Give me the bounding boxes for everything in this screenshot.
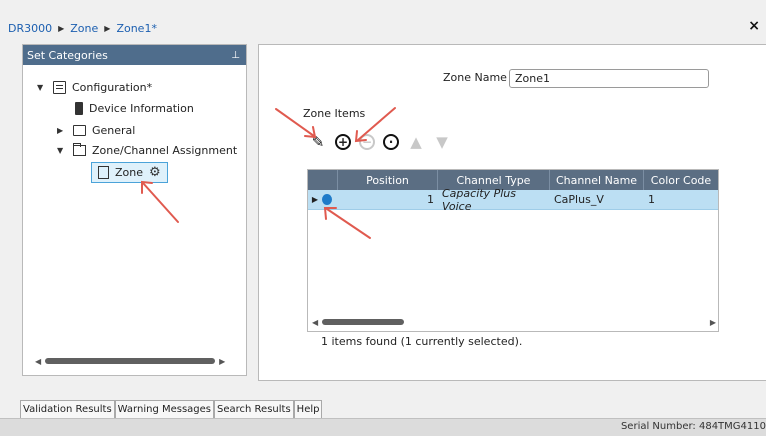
- tree-item-label: Device Information: [89, 102, 194, 115]
- selected-tree-item[interactable]: Zone ⚙: [91, 162, 168, 183]
- panel-title: Set Categories: [27, 48, 108, 62]
- items-found-status: 1 items found (1 currently selected).: [321, 335, 523, 348]
- grid-horizontal-scrollbar[interactable]: ◀ ▶: [312, 317, 716, 327]
- document-icon: [98, 166, 109, 179]
- cell-position: 1: [427, 193, 434, 206]
- tab-search-results[interactable]: Search Results: [214, 400, 294, 418]
- scrollbar-thumb[interactable]: [45, 358, 216, 364]
- remove-icon[interactable]: −: [359, 134, 375, 150]
- folder-icon: [73, 125, 86, 136]
- tab-warning-messages[interactable]: Warning Messages: [114, 400, 215, 418]
- breadcrumb-item-dr3000[interactable]: DR3000: [8, 22, 52, 35]
- expanded-icon[interactable]: ▼: [57, 146, 67, 155]
- column-header-color-code[interactable]: Color Code: [644, 170, 718, 190]
- collapsed-icon[interactable]: ▶: [57, 126, 67, 135]
- breadcrumb-item-zone[interactable]: Zone: [70, 22, 98, 35]
- scroll-right-icon[interactable]: ▶: [219, 357, 225, 366]
- tab-validation-results[interactable]: Validation Results: [20, 400, 115, 418]
- tree-item-zone-channel-assignment[interactable]: ▼ Zone/Channel Assignment: [57, 143, 238, 157]
- horizontal-scrollbar[interactable]: ◀ ▶: [35, 355, 240, 367]
- tab-help[interactable]: Help: [293, 400, 323, 418]
- chevron-right-icon: ▶: [104, 23, 111, 33]
- scroll-right-icon[interactable]: ▶: [710, 318, 716, 327]
- scroll-left-icon[interactable]: ◀: [312, 318, 318, 327]
- tree-item-zone[interactable]: Zone ⚙: [91, 162, 168, 183]
- column-header-channel-name[interactable]: Channel Name: [550, 170, 644, 190]
- expand-row-icon[interactable]: ▶: [308, 190, 322, 209]
- radio-icon: [75, 102, 83, 115]
- table-row[interactable]: ▶ 1 Capacity Plus Voice CaPlus_V 1: [308, 186, 718, 213]
- folder-open-icon: [73, 143, 86, 156]
- tree-item-device-information[interactable]: Device Information: [75, 102, 194, 115]
- grid-header-spacer: [308, 170, 338, 190]
- tree-item-label: Zone: [115, 166, 144, 179]
- capacity-plus-channel-icon: [322, 190, 338, 209]
- column-header-position[interactable]: Position: [338, 170, 438, 190]
- move-up-icon[interactable]: ▲: [407, 133, 425, 151]
- zone-items-grid: Position Channel Type Channel Name Color…: [307, 169, 719, 332]
- cell-channel-name: CaPlus_V: [554, 193, 604, 206]
- panel-header: Set Categories ⊥: [23, 45, 246, 65]
- gear-icon[interactable]: ⚙: [149, 165, 161, 180]
- add-icon[interactable]: +: [335, 134, 351, 150]
- zone-name-label: Zone Name: [443, 71, 507, 84]
- zone-items-label: Zone Items: [303, 107, 366, 120]
- zone-items-toolbar: ✎ + − · ▲ ▼: [309, 133, 451, 151]
- edit-icon[interactable]: ✎: [309, 133, 327, 151]
- scrollbar-thumb[interactable]: [322, 319, 404, 325]
- tree-item-label: Configuration*: [72, 81, 153, 94]
- tree-item-label: General: [92, 124, 136, 137]
- breadcrumb: DR3000 ▶ Zone ▶ Zone1*: [8, 20, 157, 36]
- configuration-icon: [53, 81, 66, 94]
- close-icon[interactable]: ×: [748, 18, 760, 34]
- cell-color-code: 1: [648, 193, 655, 206]
- chevron-right-icon: ▶: [58, 23, 65, 33]
- scroll-left-icon[interactable]: ◀: [35, 357, 41, 366]
- more-icon[interactable]: ·: [383, 134, 399, 150]
- cell-channel-type: Capacity Plus Voice: [442, 186, 516, 213]
- pin-icon[interactable]: ⊥: [231, 50, 240, 61]
- serial-number: Serial Number: 484TMG4110: [620, 421, 766, 432]
- zone-editor-panel: Zone Name Zone Items ✎ + − · ▲ ▼ Positio…: [258, 44, 766, 381]
- breadcrumb-item-zone1[interactable]: Zone1*: [116, 22, 157, 35]
- move-down-icon[interactable]: ▼: [433, 133, 451, 151]
- tree-item-configuration[interactable]: ▼ Configuration*: [37, 81, 152, 94]
- zone-name-input[interactable]: [509, 69, 709, 88]
- expanded-icon[interactable]: ▼: [37, 83, 47, 92]
- tree-item-general[interactable]: ▶ General: [57, 124, 135, 137]
- status-bar: Serial Number: 484TMG4110: [0, 418, 766, 436]
- bottom-tabs: Validation Results Warning Messages Sear…: [20, 400, 323, 418]
- set-categories-panel: Set Categories ⊥ ▼ Configuration* Device…: [22, 44, 247, 376]
- tree-item-label: Zone/Channel Assignment: [92, 144, 238, 157]
